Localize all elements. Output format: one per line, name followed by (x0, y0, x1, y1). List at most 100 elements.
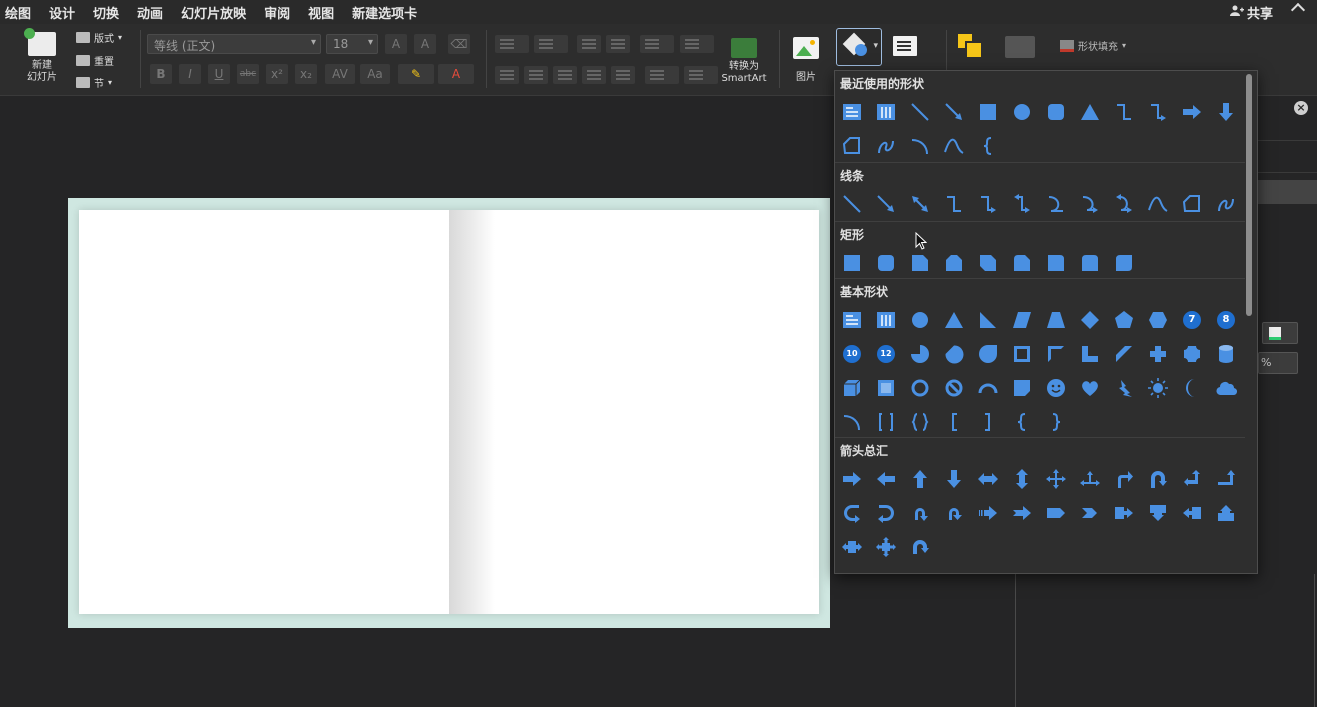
tab-0[interactable]: 绘图 (0, 3, 40, 22)
justify-button[interactable] (582, 66, 606, 84)
columns-button[interactable] (680, 35, 714, 53)
shape-freeform[interactable] (841, 135, 863, 157)
shape-snip-round[interactable] (1011, 252, 1033, 274)
close-pane-icon[interactable]: × (1294, 101, 1308, 115)
shape-down-arrow-callout[interactable] (1147, 502, 1169, 524)
tab-6[interactable]: 视图 (299, 3, 343, 22)
font-size-select[interactable]: 18 (326, 34, 378, 54)
increase-font-button[interactable]: A (385, 34, 407, 54)
shape-snip-corner[interactable] (909, 252, 931, 274)
shape-round-diag[interactable] (1113, 252, 1135, 274)
shape-pentagon[interactable] (1113, 309, 1135, 331)
shape-elbow[interactable] (943, 193, 965, 215)
shape-triangle[interactable] (943, 309, 965, 331)
shape-freeform[interactable] (1181, 193, 1203, 215)
shape-oval[interactable] (909, 309, 931, 331)
shape-bevel[interactable] (875, 377, 897, 399)
shape-half-frame[interactable] (1045, 343, 1067, 365)
shape-can[interactable] (1215, 343, 1237, 365)
shape-down-arrow[interactable] (943, 468, 965, 490)
tab-3[interactable]: 动画 (128, 3, 172, 22)
textbox-button[interactable] (893, 36, 917, 56)
shape-trapezoid[interactable] (1045, 309, 1067, 331)
shape-curved-down-arrow[interactable] (943, 502, 965, 524)
shape-smiley[interactable] (1045, 377, 1067, 399)
bold-button[interactable]: B (150, 64, 172, 84)
shape-right-arrow[interactable] (841, 468, 863, 490)
shape-double-arrow-line[interactable] (909, 193, 931, 215)
italic-button[interactable]: I (179, 64, 201, 84)
shape-line[interactable] (841, 193, 863, 215)
shape-rounded-rect[interactable] (875, 252, 897, 274)
shape-left-brace[interactable] (977, 135, 999, 157)
strikethrough-button[interactable]: abc (237, 64, 259, 84)
shape-plaque[interactable] (1181, 343, 1203, 365)
line-spacing-button[interactable] (640, 35, 674, 53)
shape-elbow[interactable] (1113, 101, 1135, 123)
shape-block-arc[interactable] (977, 377, 999, 399)
shapes-button[interactable]: ▾ (836, 28, 882, 66)
increase-indent-button[interactable] (606, 35, 630, 53)
new-slide-button[interactable]: 新建 幻灯片 (20, 28, 64, 84)
decrease-indent-button[interactable] (577, 35, 601, 53)
shape-textbox[interactable] (841, 309, 863, 331)
shape-left-right-arrow[interactable] (977, 468, 999, 490)
shape-up-down-arrow[interactable] (1011, 468, 1033, 490)
shape-curved-right-arrow[interactable] (841, 502, 863, 524)
tab-7[interactable]: 新建选项卡 (343, 3, 426, 22)
shape-arc[interactable] (841, 411, 863, 433)
shape-frame[interactable] (1011, 343, 1033, 365)
shape-notched-right-arrow[interactable] (1011, 502, 1033, 524)
shape-octagon-8[interactable]: 8 (1215, 309, 1237, 331)
shape-l-shape[interactable] (1079, 343, 1101, 365)
shape-lightning[interactable] (1113, 377, 1135, 399)
highlight-button[interactable]: ✎ (398, 64, 434, 84)
shape-elbow-arrow[interactable] (977, 193, 999, 215)
numbering-button[interactable] (534, 35, 568, 53)
shape-circular-arrow[interactable] (909, 536, 931, 558)
shape-curved-connector[interactable] (1045, 193, 1067, 215)
shape-parallelogram[interactable] (1011, 309, 1033, 331)
shape-left-arrow[interactable] (875, 468, 897, 490)
underline-button[interactable]: U (208, 64, 230, 84)
layout-button[interactable]: 版式 ▾ (76, 30, 122, 45)
shape-up-arrow[interactable] (909, 468, 931, 490)
align-text-button[interactable] (684, 66, 718, 84)
arrange-button[interactable] (958, 34, 983, 59)
shape-scribble[interactable] (875, 135, 897, 157)
shape-line[interactable] (909, 101, 931, 123)
shape-arc[interactable] (909, 135, 931, 157)
shape-left-brace[interactable] (1011, 411, 1033, 433)
subscript-button[interactable]: x₂ (295, 64, 317, 84)
shape-arrow-line[interactable] (875, 193, 897, 215)
shape-striped-right-arrow[interactable] (977, 502, 999, 524)
align-center-button[interactable] (524, 66, 548, 84)
convert-smartart-button[interactable]: 转换为 SmartArt (718, 38, 770, 85)
shape-scribble[interactable] (1215, 193, 1237, 215)
shape-arrow-line[interactable] (943, 101, 965, 123)
shape-elbow-arrow[interactable] (1147, 101, 1169, 123)
shape-right-arrow[interactable] (1181, 101, 1203, 123)
shape-heptagon-7[interactable]: 7 (1181, 309, 1203, 331)
shape-folded-corner[interactable] (1011, 377, 1033, 399)
shape-decagon-10[interactable]: 10 (841, 343, 863, 365)
change-case-button[interactable]: Aa (360, 64, 390, 84)
tab-2[interactable]: 切换 (84, 3, 128, 22)
shape-quad-arrow-callout[interactable] (875, 536, 897, 558)
tab-1[interactable]: 设计 (40, 3, 84, 22)
collapse-ribbon-icon[interactable] (1290, 2, 1306, 18)
shape-diamond[interactable] (1079, 309, 1101, 331)
text-direction-button[interactable] (645, 66, 679, 84)
shape-pie[interactable] (909, 343, 931, 365)
font-name-select[interactable]: 等线 (正文) (147, 34, 321, 54)
shape-bent-up-arrow[interactable] (1215, 468, 1237, 490)
shape-right-arrow-callout[interactable] (1113, 502, 1135, 524)
shape-snip-diag[interactable] (977, 252, 999, 274)
distribute-button[interactable] (611, 66, 635, 84)
tab-4[interactable]: 幻灯片放映 (172, 3, 255, 22)
share-button[interactable]: 共享 (1229, 3, 1273, 22)
shape-round-same[interactable] (1079, 252, 1101, 274)
shape-textbox[interactable] (841, 101, 863, 123)
shape-hexagon[interactable] (1147, 309, 1169, 331)
shape-fill-button[interactable]: 形状填充 ▾ (1060, 38, 1126, 53)
